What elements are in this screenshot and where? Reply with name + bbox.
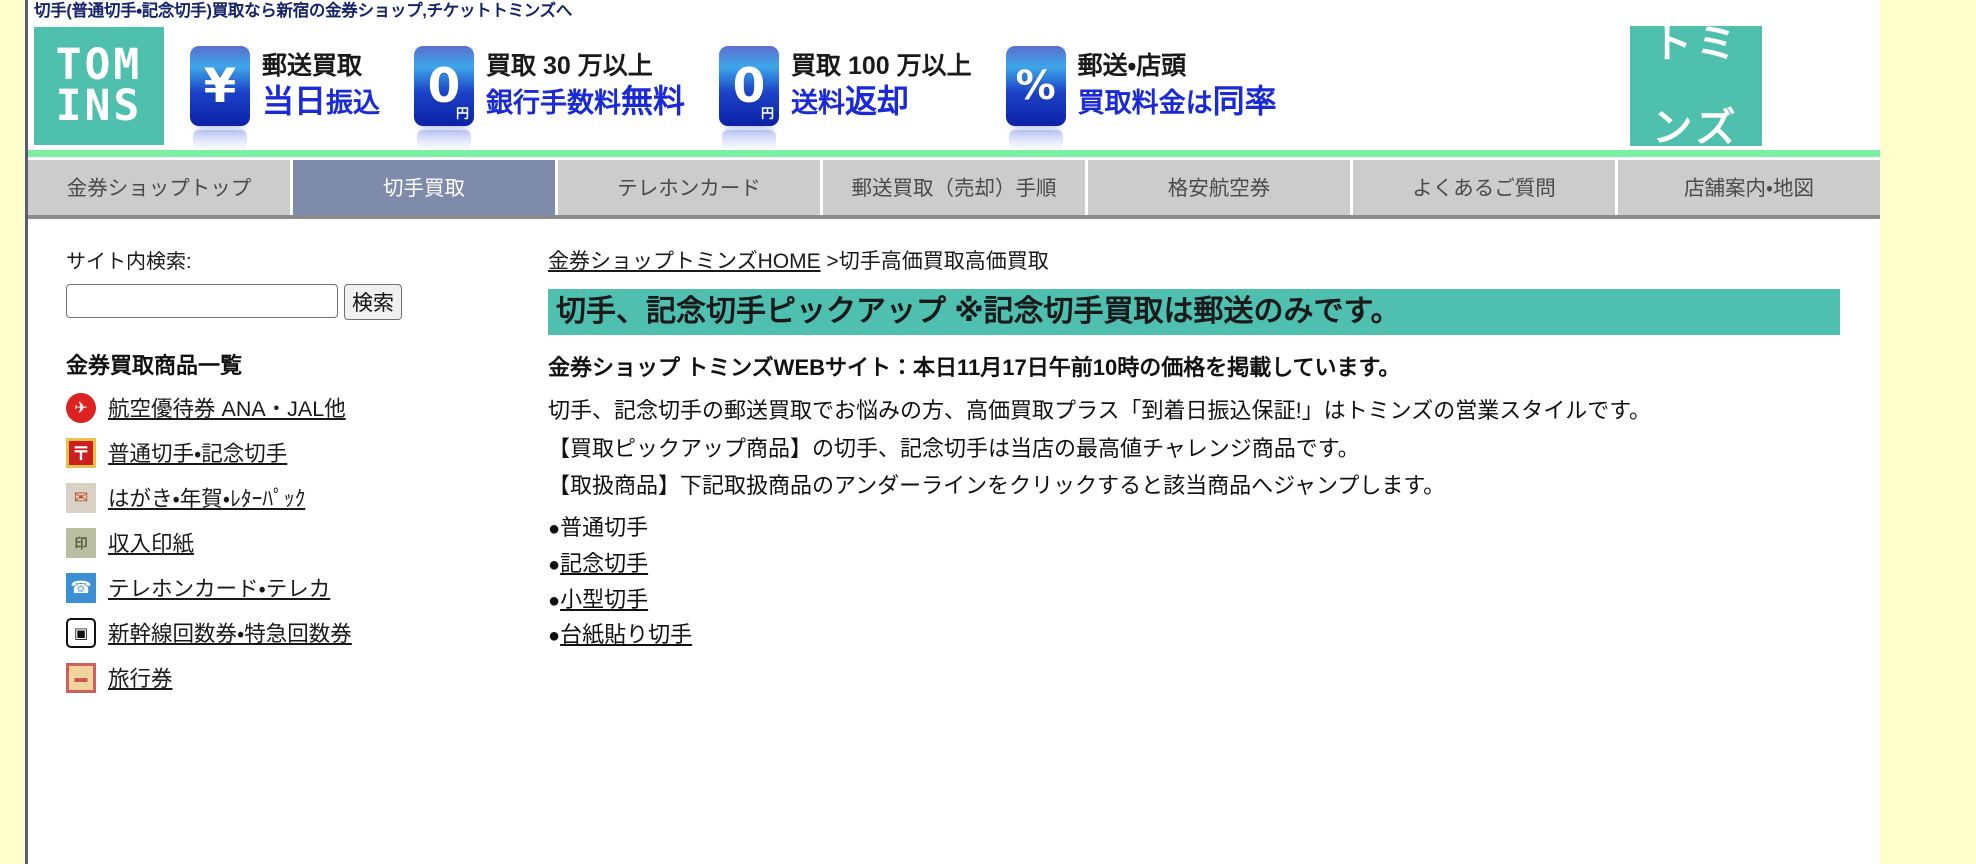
product-link-postcards[interactable]: はがき・年賀・ﾚﾀｰﾊﾟｯｸ: [108, 482, 305, 513]
tomins-logo-line2: INS: [55, 81, 143, 131]
promo-line1: 郵送買取: [262, 52, 363, 81]
body-paragraph-3: 【取扱商品】下記取扱商品のアンダーラインをクリックすると該当商品へジャンプします…: [548, 473, 1446, 499]
promo-glyph: ¥: [203, 58, 237, 114]
breadcrumb-home-link[interactable]: 金券ショップトミンズHOME: [548, 250, 821, 273]
search-button[interactable]: 検索: [344, 284, 402, 320]
zero-yen-chip-icon: 0 円: [414, 46, 475, 150]
telephone-card-icon: ☎: [66, 572, 96, 603]
sidebar: サイト内検索: 検索 金券買取商品一覧 ✈ 航空優待券 ANA・JAL他 〒 普…: [28, 219, 528, 707]
main-navigation: 金券ショップトップ 切手買取 テレホンカード 郵送買取（売却）手順 格安航空券 …: [28, 150, 1880, 219]
product-link-airline[interactable]: 航空優待券 ANA・JAL他: [108, 392, 346, 423]
jump-link-kogata[interactable]: 小型切手: [560, 587, 648, 612]
promo-item-0: ¥ 郵送買取 当日振込: [190, 46, 381, 150]
bullet-dot: ●: [548, 625, 561, 648]
bullet-dot: ●: [548, 553, 561, 576]
page-title: 切手(普通切手・記念切手)買取なら新宿の金券ショップ,チケットトミンズへ: [34, 2, 573, 20]
content-columns: サイト内検索: 検索 金券買取商品一覧 ✈ 航空優待券 ANA・JAL他 〒 普…: [28, 219, 1880, 707]
nav-tab-faq[interactable]: よくあるご質問: [1353, 157, 1618, 215]
breadcrumb: 金券ショップトミンズHOME >切手高価買取高価買取: [548, 245, 1840, 275]
promo-glyph: %: [1015, 63, 1056, 109]
list-item[interactable]: ●小型切手: [548, 582, 1840, 618]
section-heading: 切手、記念切手ピックアップ ※記念切手買取は郵送のみです。: [548, 289, 1840, 335]
zero-yen-chip-icon: 0 円: [719, 46, 780, 150]
promo-line2-accent: 返却: [845, 82, 910, 119]
revenue-stamp-icon: 印: [66, 527, 96, 558]
product-link-shinkansen[interactable]: 新幹線回数券・特急回数券: [108, 617, 352, 648]
promo-line1: 買取 100 万以上: [791, 52, 972, 81]
list-item[interactable]: ●台紙貼り切手: [548, 617, 1840, 653]
promo-line1: 郵送・店頭: [1077, 52, 1187, 81]
body-paragraph-1: 切手、記念切手の郵送買取でお悩みの方、高価買取プラス「到着日振込保証!」はトミン…: [548, 397, 1652, 423]
tomins-kana-logo[interactable]: トミ ンズ: [1630, 22, 1762, 150]
product-link-revenue-stamp[interactable]: 収入印紙: [108, 527, 194, 558]
promo-line1: 買取 30 万以上: [486, 52, 653, 81]
bullet-dot: ●: [548, 518, 561, 541]
mailbox-icon: ✉: [66, 482, 96, 513]
main-content: 金券ショップトミンズHOME >切手高価買取高価買取 切手、記念切手ピックアップ…: [528, 219, 1880, 707]
list-item[interactable]: ✉ はがき・年賀・ﾚﾀｰﾊﾟｯｸ: [66, 482, 528, 513]
list-item: ●普通切手: [548, 510, 1840, 546]
travel-voucher-icon: ▬: [66, 662, 96, 693]
shinkansen-icon: ▣: [66, 617, 96, 648]
nav-tab-kinken-top[interactable]: 金券ショップトップ: [28, 157, 293, 215]
list-item[interactable]: ●記念切手: [548, 546, 1840, 582]
promo-line2-accent: 振込: [326, 87, 381, 118]
search-input[interactable]: [66, 284, 338, 318]
body-paragraph-2: 【買取ピックアップ商品】の切手、記念切手は当店の最高値チャレンジ商品です。: [548, 435, 1360, 461]
promo-glyph: 0: [732, 58, 766, 114]
tomins-logo-line1: TOM: [55, 39, 143, 90]
search-form: 検索: [66, 284, 528, 320]
site-container: 切手(普通切手・記念切手)買取なら新宿の金券ショップ,チケットトミンズへ TOM…: [25, 0, 1880, 864]
list-item[interactable]: 〒 普通切手・記念切手: [66, 437, 528, 468]
breadcrumb-separator: >: [820, 250, 839, 273]
promo-line2-accent: 無料: [621, 82, 686, 119]
product-list: ✈ 航空優待券 ANA・JAL他 〒 普通切手・記念切手 ✉ はがき・年賀・ﾚﾀ…: [66, 392, 528, 693]
nav-tab-stamp-buy[interactable]: 切手買取: [293, 157, 558, 215]
lead-paragraph: 金券ショップ トミンズWEBサイト：本日11月17日午前10時の価格を掲載してい…: [548, 355, 1401, 380]
percent-chip-icon: %: [1005, 46, 1066, 150]
promo-line2-plain: 送料: [791, 87, 846, 118]
yen-chip-icon: ¥: [190, 46, 250, 150]
product-link-travel[interactable]: 旅行券: [108, 662, 173, 693]
tomins-logo[interactable]: TOM INS: [34, 27, 164, 145]
list-item[interactable]: 印 収入印紙: [66, 527, 528, 558]
products-heading: 金券買取商品一覧: [66, 353, 243, 378]
jump-link-daishi[interactable]: 台紙貼り切手: [560, 622, 692, 647]
product-link-stamps[interactable]: 普通切手・記念切手: [108, 437, 287, 468]
jump-link-kinen[interactable]: 記念切手: [560, 551, 648, 576]
nav-tab-cheap-airticket[interactable]: 格安航空券: [1088, 157, 1353, 215]
jump-link-futsuu: 普通切手: [560, 515, 649, 541]
airline-ticket-icon: ✈: [66, 392, 96, 423]
jump-link-list: ●普通切手 ●記念切手 ●小型切手 ●台紙貼り切手: [548, 510, 1840, 653]
page-root: 切手(普通切手・記念切手)買取なら新宿の金券ショップ,チケットトミンズへ TOM…: [0, 0, 1976, 864]
nav-tab-telephone-card[interactable]: テレホンカード: [558, 157, 823, 215]
promo-line2-plain: 当日: [262, 82, 327, 119]
bullet-dot: ●: [548, 589, 561, 612]
promo-item-1: 0 円 買取 30 万以上 銀行手数料無料: [414, 46, 686, 150]
list-item[interactable]: ▬ 旅行券: [66, 662, 528, 693]
postal-mark-icon: 〒: [66, 437, 96, 468]
promo-banner: TOM INS ¥ 郵送買取 当日振込 0 円 買取 30 万以上 銀行手数料無…: [28, 22, 1880, 150]
breadcrumb-current: 切手高価買取高価買取: [838, 250, 1049, 273]
nav-tab-mail-procedure[interactable]: 郵送買取（売却）手順: [823, 157, 1088, 215]
product-link-telecard[interactable]: テレホンカード・テレカ: [108, 572, 330, 603]
promo-line2-plain: 銀行手数料: [486, 87, 622, 118]
tomins-kana-line2: ンズ: [1652, 106, 1740, 150]
promo-line2-accent: 同率: [1212, 82, 1277, 119]
list-item[interactable]: ☎ テレホンカード・テレカ: [66, 572, 528, 603]
promo-unit: 円: [456, 106, 470, 121]
promo-item-2: 0 円 買取 100 万以上 送料返却: [719, 46, 972, 150]
list-item[interactable]: ▣ 新幹線回数券・特急回数券: [66, 617, 528, 648]
nav-tab-store-map[interactable]: 店舗案内・地図: [1618, 157, 1880, 215]
search-label: サイト内検索:: [66, 251, 192, 273]
tomins-kana-line1: トミ: [1652, 22, 1740, 66]
promo-glyph: 0: [427, 58, 461, 114]
promo-line2-plain: 買取料金は: [1077, 87, 1213, 118]
promo-item-3: % 郵送・店頭 買取料金は同率: [1005, 46, 1277, 150]
promo-unit: 円: [761, 106, 775, 121]
list-item[interactable]: ✈ 航空優待券 ANA・JAL他: [66, 392, 528, 423]
